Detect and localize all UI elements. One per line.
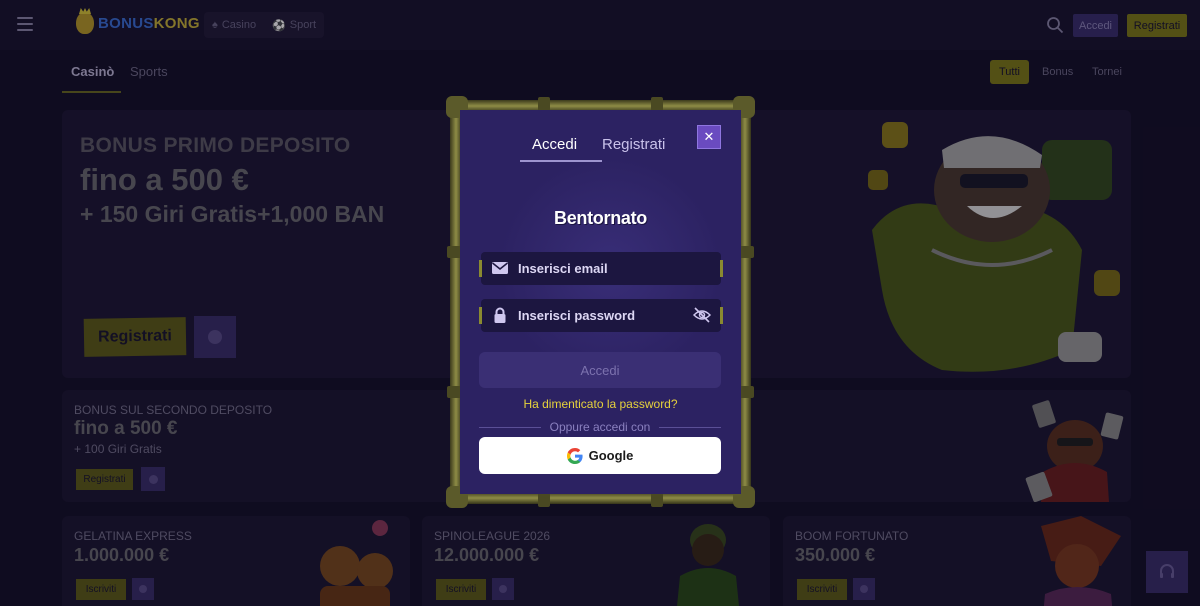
field-bracket: [479, 260, 482, 277]
tab-register[interactable]: Registrati: [602, 136, 665, 153]
eye-slash-icon[interactable]: [693, 307, 711, 323]
login-submit-button[interactable]: Accedi: [479, 352, 721, 388]
email-field[interactable]: Inserisci email: [479, 252, 723, 285]
divider-text: Oppure accedi con: [549, 420, 651, 434]
field-bracket: [720, 307, 723, 324]
google-login-button[interactable]: Google: [479, 437, 721, 474]
login-modal: Accedi Registrati ✕ Bentornato Inserisci…: [446, 96, 755, 508]
mail-icon: [492, 262, 508, 274]
password-field[interactable]: Inserisci password: [479, 299, 723, 332]
email-placeholder: Inserisci email: [518, 261, 608, 276]
forgot-password-link[interactable]: Ha dimenticato la password?: [460, 397, 741, 411]
field-bracket: [479, 307, 482, 324]
google-label: Google: [588, 448, 634, 463]
modal-title: Bentornato: [554, 208, 647, 228]
field-bracket: [720, 260, 723, 277]
close-button[interactable]: ✕: [697, 125, 721, 149]
lock-icon: [494, 307, 506, 323]
login-modal-panel: Accedi Registrati ✕ Bentornato Inserisci…: [460, 110, 741, 494]
google-icon: [566, 447, 583, 464]
active-tab-indicator: [520, 160, 602, 162]
tab-login[interactable]: Accedi: [532, 136, 577, 153]
divider: Oppure accedi con: [479, 420, 721, 434]
password-placeholder: Inserisci password: [518, 308, 636, 323]
